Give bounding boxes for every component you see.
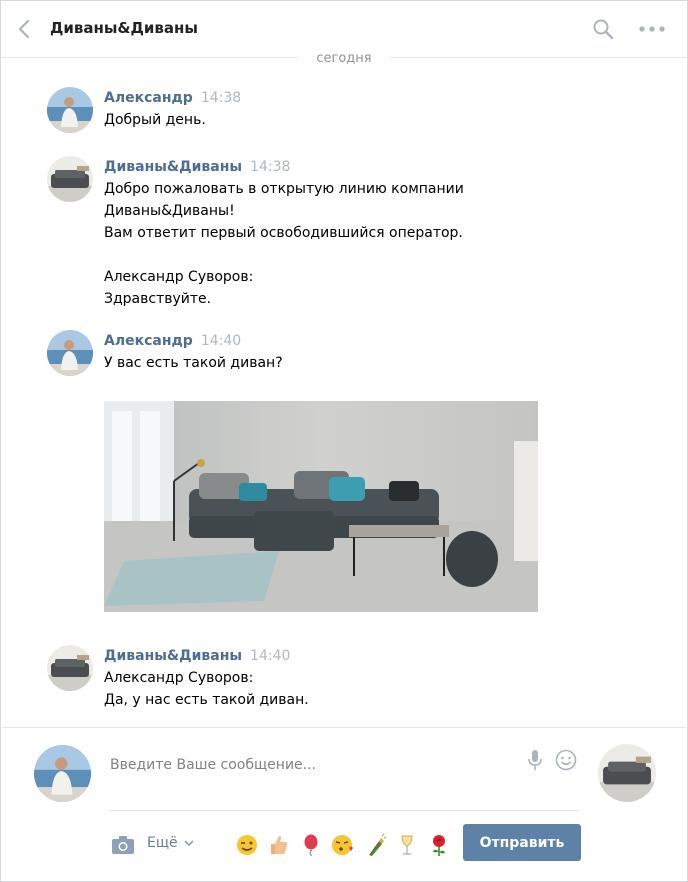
message-line: Здравствуйте. <box>104 291 212 307</box>
message-header: Диваны&Диваны 14:38 <box>104 156 290 175</box>
thumbs-up-emoji-icon[interactable] <box>267 833 291 857</box>
message-author[interactable]: Александр <box>104 333 193 349</box>
date-label: сегодня <box>298 51 390 66</box>
sofa-photo-attachment[interactable] <box>104 401 538 612</box>
microphone-icon[interactable] <box>527 749 543 771</box>
message-line: Добро пожаловать в открытую линию компан… <box>104 181 464 197</box>
message: Александр 14:38 Добрый день. <box>47 87 647 133</box>
kiss-emoji-icon[interactable] <box>331 833 355 857</box>
message-line: Вам ответит первый освободившийся операт… <box>104 225 463 241</box>
message-header: Александр 14:40 <box>104 330 241 349</box>
message-header: Диваны&Диваны 14:40 <box>104 645 290 664</box>
message-line: У вас есть такой диван? <box>104 355 283 371</box>
cocktail-emoji-icon[interactable] <box>395 833 419 857</box>
message-time[interactable]: 14:38 <box>201 90 241 106</box>
more-attachments-menu[interactable]: Ещё <box>147 835 194 851</box>
message-text: Александр Суворов: Да, у нас есть такой … <box>104 667 624 711</box>
message-line: Добрый день. <box>104 112 206 128</box>
message-time[interactable]: 14:40 <box>250 648 290 664</box>
message-author[interactable]: Диваны&Диваны <box>104 159 242 175</box>
avatar-company[interactable] <box>598 744 656 802</box>
chat-title: Диваны&Диваны <box>50 19 198 37</box>
back-arrow-icon[interactable] <box>15 17 37 41</box>
chevron-down-icon <box>184 835 194 851</box>
message: Диваны&Диваны 14:38 Добро пожаловать в от… <box>47 156 647 316</box>
message: Александр 14:40 У вас есть такой диван? <box>47 330 647 376</box>
composer-divider <box>108 810 580 811</box>
avatar-company[interactable] <box>47 645 93 691</box>
avatar-self <box>34 745 91 802</box>
date-separator: сегодня <box>1 47 687 67</box>
message-time[interactable]: 14:38 <box>250 159 290 175</box>
search-icon[interactable] <box>592 18 614 40</box>
rose-emoji-icon[interactable] <box>427 833 451 857</box>
message-header: Александр 14:38 <box>104 87 241 106</box>
message-author[interactable]: Александр <box>104 90 193 106</box>
camera-icon[interactable] <box>111 835 135 855</box>
message-input[interactable] <box>108 744 552 786</box>
message-text: Добрый день. <box>104 109 624 131</box>
champagne-emoji-icon[interactable] <box>363 833 387 857</box>
message-line: Александр Суворов: <box>104 269 254 285</box>
more-label: Ещё <box>147 835 178 851</box>
smile-icon[interactable] <box>555 749 577 771</box>
message-author[interactable]: Диваны&Диваны <box>104 648 242 664</box>
send-button[interactable]: Отправить <box>463 824 581 861</box>
avatar-user[interactable] <box>47 330 93 376</box>
message-composer: Ещё Отправить <box>1 727 687 881</box>
balloon-emoji-icon[interactable] <box>299 833 323 857</box>
message-time[interactable]: 14:40 <box>201 333 241 349</box>
more-options-icon[interactable] <box>637 20 667 38</box>
message-line: Александр Суворов: <box>104 670 254 686</box>
message-line: Диваны&Диваны! <box>104 203 235 219</box>
message-line: Да, у нас есть такой диван. <box>104 692 309 708</box>
message-text: У вас есть такой диван? <box>104 352 624 374</box>
avatar-user[interactable] <box>47 87 93 133</box>
wink-emoji-icon[interactable] <box>235 833 259 857</box>
message-text: Добро пожаловать в открытую линию компан… <box>104 178 624 310</box>
chat-window: Диваны&Диваны сегодня Александр 14:38 Доб… <box>0 0 688 882</box>
avatar-company[interactable] <box>47 156 93 202</box>
message: Диваны&Диваны 14:40 Александр Суворов: Да… <box>47 645 647 715</box>
